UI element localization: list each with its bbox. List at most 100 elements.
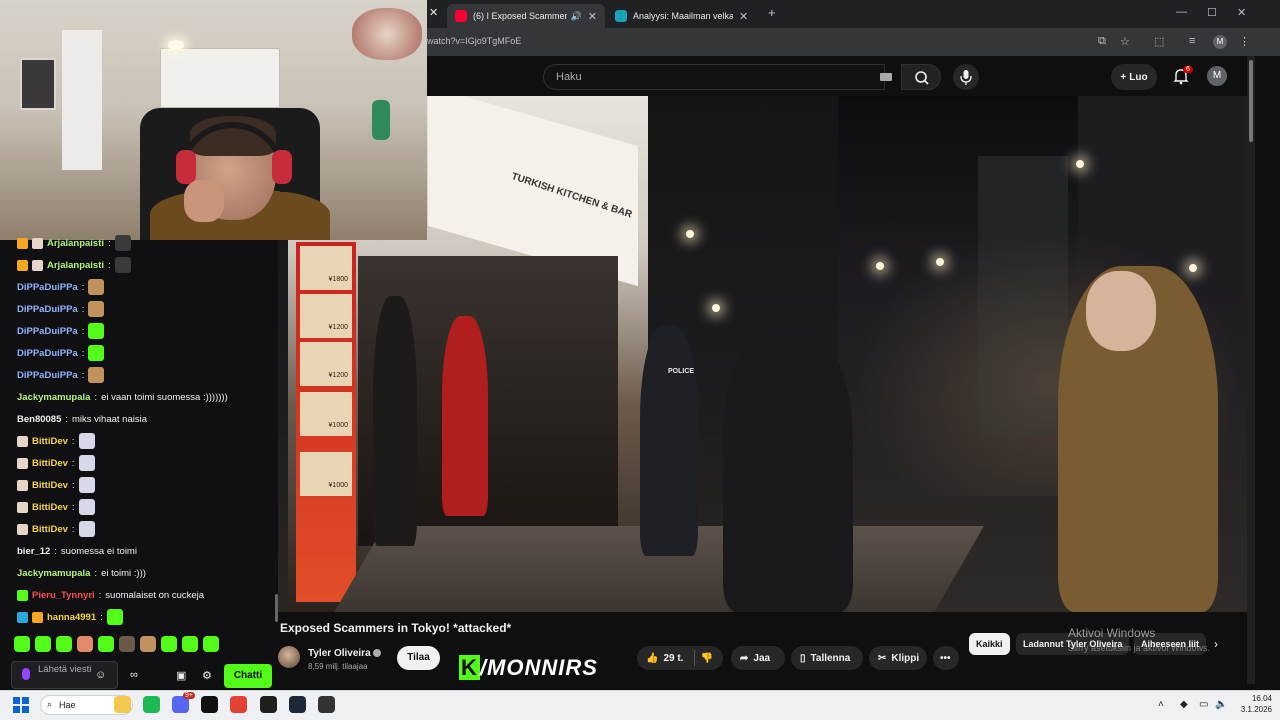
obs-icon[interactable]: [318, 696, 335, 713]
user-badge-icon[interactable]: [32, 237, 43, 249]
chat-username[interactable]: BittiDev: [32, 458, 68, 469]
like-dislike-button[interactable]: 👍 29 t. 👎: [637, 646, 723, 670]
chat-username[interactable]: BittiDev: [32, 480, 68, 491]
network-icon[interactable]: ▭: [1199, 699, 1208, 710]
new-tab-icon[interactable]: +: [768, 5, 776, 20]
windows-start-icon[interactable]: [13, 697, 29, 713]
notepad-icon[interactable]: [260, 696, 277, 713]
chat-emote-icon[interactable]: [78, 455, 95, 471]
close-tab-icon[interactable]: ✕: [588, 10, 597, 23]
chat-username[interactable]: DiPPaDuiPPa: [17, 326, 78, 337]
file-explorer-icon[interactable]: [114, 696, 131, 713]
emote-icon[interactable]: [182, 636, 198, 652]
chat-emote-icon[interactable]: [78, 521, 95, 537]
chat-username[interactable]: DiPPaDuiPPa: [17, 282, 78, 293]
emote-icon[interactable]: [161, 636, 177, 652]
user-badge-icon[interactable]: [17, 523, 28, 535]
chat-scrollbar[interactable]: [275, 594, 278, 622]
bookmark-star-icon[interactable]: ☆: [1120, 35, 1130, 48]
media-control-icon[interactable]: ≡: [1189, 35, 1195, 47]
kebab-menu-icon[interactable]: ⋮: [1239, 35, 1250, 48]
user-badge-icon[interactable]: [17, 259, 28, 271]
keyboard-icon[interactable]: [880, 73, 892, 81]
voice-search-button[interactable]: [953, 64, 979, 90]
page-scrollbar-thumb[interactable]: [1249, 60, 1253, 142]
youtube-avatar[interactable]: M: [1207, 66, 1227, 86]
page-scrollbar[interactable]: [1247, 56, 1255, 684]
share-button[interactable]: ➦ Jaa: [731, 646, 785, 670]
speaker-icon[interactable]: 🔊: [571, 11, 582, 22]
x-icon[interactable]: [201, 696, 218, 713]
chat-username[interactable]: Arjalanpaisti: [47, 260, 104, 271]
steam-icon[interactable]: [289, 696, 306, 713]
store-icon[interactable]: ▣: [176, 669, 186, 682]
save-button[interactable]: ▯ Tallenna: [791, 646, 863, 670]
emote-icon[interactable]: [14, 636, 30, 652]
tab-analyysi[interactable]: Analyysi: Maailman velkaantun ✕: [607, 4, 767, 28]
close-window-icon[interactable]: ✕: [1237, 6, 1246, 19]
emote-icon[interactable]: [98, 636, 114, 652]
user-badge-icon[interactable]: [17, 457, 28, 469]
chat-emote-icon[interactable]: [106, 609, 123, 625]
chat-emote-icon[interactable]: [78, 477, 95, 493]
chat-username[interactable]: hanna4991: [47, 612, 96, 623]
chat-send-button[interactable]: Chatti: [224, 664, 272, 688]
chat-username[interactable]: bier_12: [17, 546, 50, 557]
chat-username[interactable]: Ben80085: [17, 414, 61, 425]
user-badge-icon[interactable]: [17, 435, 28, 447]
chat-emote-icon[interactable]: [88, 367, 105, 383]
clip-button[interactable]: ✂ Klippi: [869, 646, 927, 670]
subscribe-button[interactable]: Tilaa: [397, 646, 440, 670]
channel-avatar[interactable]: [278, 646, 300, 668]
search-input[interactable]: Haku: [543, 64, 885, 90]
chat-username[interactable]: DiPPaDuiPPa: [17, 370, 78, 381]
emoji-icon[interactable]: ☺: [95, 669, 106, 681]
chat-username[interactable]: DiPPaDuiPPa: [17, 348, 78, 359]
user-badge-icon[interactable]: [17, 589, 28, 601]
thumbs-up-icon[interactable]: 👍: [646, 653, 658, 664]
minimize-icon[interactable]: —: [1176, 6, 1187, 18]
url-text[interactable]: watch?v=IGjo9TgMFoE: [427, 36, 521, 46]
extensions-icon[interactable]: ⬚: [1154, 35, 1164, 48]
thumbs-down-icon[interactable]: 👎: [700, 653, 712, 664]
spotify-icon[interactable]: [143, 696, 160, 713]
chat-settings-gear-icon[interactable]: ⚙: [202, 669, 212, 682]
chat-username[interactable]: BittiDev: [32, 502, 68, 513]
emote-icon[interactable]: [56, 636, 72, 652]
chat-emote-icon[interactable]: [88, 323, 105, 339]
user-badge-icon[interactable]: [17, 501, 28, 513]
chat-username[interactable]: BittiDev: [32, 436, 68, 447]
chat-username[interactable]: Jackymamupala: [17, 392, 90, 403]
emote-icon[interactable]: [77, 636, 93, 652]
chat-username[interactable]: DiPPaDuiPPa: [17, 304, 78, 315]
profile-avatar[interactable]: M: [1213, 35, 1227, 49]
user-badge-icon[interactable]: [17, 237, 28, 249]
chat-username[interactable]: Jackymamupala: [17, 568, 90, 579]
user-badge-icon[interactable]: [32, 611, 43, 623]
emote-icon[interactable]: [35, 636, 51, 652]
channel-name[interactable]: Tyler Oliveira: [308, 648, 371, 659]
chrome-icon[interactable]: [230, 696, 247, 713]
volume-icon[interactable]: 🔈: [1215, 699, 1227, 710]
more-actions-button[interactable]: •••: [933, 646, 959, 670]
microphone-icon[interactable]: [22, 668, 30, 680]
emote-icon[interactable]: [119, 636, 135, 652]
tab-youtube[interactable]: (6) I Exposed Scammers in To 🔊 ✕: [447, 4, 605, 28]
user-badge-icon[interactable]: [17, 611, 28, 623]
chat-username[interactable]: Arjalanpaisti: [47, 238, 104, 249]
emote-icon[interactable]: [203, 636, 219, 652]
chat-username[interactable]: Pieru_Tynnyri: [32, 590, 95, 601]
chat-emote-icon[interactable]: [88, 301, 105, 317]
close-tab-icon[interactable]: ✕: [739, 10, 748, 23]
search-button[interactable]: [901, 64, 941, 90]
tray-expand-chevron-icon[interactable]: ˄: [1158, 699, 1164, 710]
taskbar-clock[interactable]: 16.04 3.1.2026: [1236, 693, 1272, 715]
tray-app-icon[interactable]: ◆: [1180, 699, 1188, 710]
emote-icon[interactable]: [140, 636, 156, 652]
chevron-right-icon[interactable]: ›: [1214, 637, 1218, 651]
chat-emote-icon[interactable]: [114, 235, 131, 251]
cast-icon[interactable]: ⧉: [1098, 35, 1106, 48]
chat-emote-icon[interactable]: [88, 345, 105, 361]
chat-emote-icon[interactable]: [88, 279, 105, 295]
create-button[interactable]: + Luo: [1111, 64, 1157, 90]
